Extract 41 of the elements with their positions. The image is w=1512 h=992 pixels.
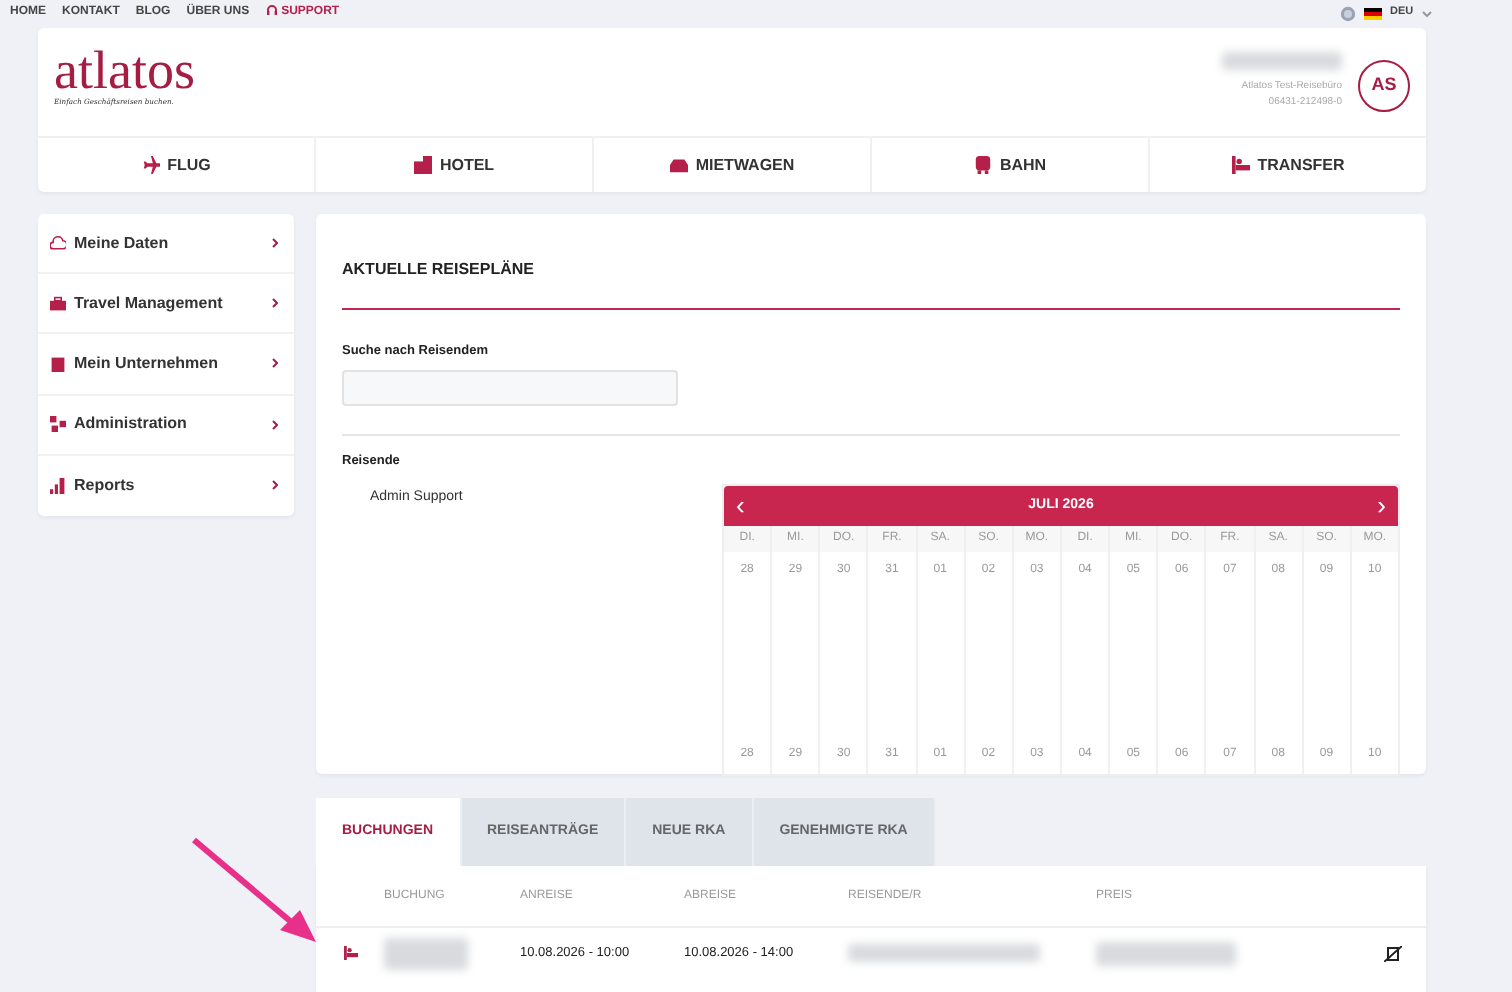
- previous-month-button[interactable]: ‹: [736, 492, 745, 519]
- user-avatar[interactable]: AS: [1358, 60, 1410, 112]
- chevron-icon: [272, 298, 278, 309]
- sidebar-item[interactable]: Administration: [38, 395, 294, 456]
- car-icon: [669, 156, 688, 174]
- germany-flag-icon: [1364, 7, 1382, 19]
- logo-text[interactable]: atlatos: [54, 44, 195, 98]
- building-icon: [413, 156, 432, 174]
- next-month-button[interactable]: ›: [1377, 492, 1386, 519]
- service-tab[interactable]: MIETWAGEN: [594, 138, 872, 192]
- blurred-price: [1096, 941, 1236, 965]
- blurred-booking-id: [384, 937, 468, 969]
- bed-icon: [343, 946, 357, 960]
- sidebar-item[interactable]: Reports: [38, 455, 294, 516]
- sidebar-item[interactable]: Mein Unternehmen: [38, 334, 294, 396]
- traveler-search-field[interactable]: [342, 369, 678, 406]
- globe-icon[interactable]: [1340, 5, 1356, 21]
- building-icon: [50, 355, 66, 372]
- service-tab[interactable]: TRANSFER: [1150, 138, 1426, 192]
- plane-icon: [141, 156, 160, 174]
- section-title: AKTUELLE REISEPLÄNE: [342, 214, 1400, 310]
- network-icon: [50, 416, 66, 433]
- bar-chart-icon: [50, 477, 66, 494]
- service-tab[interactable]: BAHN: [872, 138, 1150, 192]
- train-icon: [973, 156, 992, 174]
- blurred-name: [1222, 52, 1342, 70]
- cloud-icon: [50, 235, 66, 252]
- sidebar-item[interactable]: Meine Daten: [38, 214, 294, 275]
- chevron-icon: [272, 358, 278, 369]
- chevron-icon: [272, 238, 278, 249]
- service-tab[interactable]: HOTEL: [316, 138, 594, 192]
- headset-icon: [265, 4, 278, 17]
- no-document-icon[interactable]: [1384, 945, 1402, 961]
- service-tab[interactable]: FLUG: [38, 138, 316, 192]
- sidebar-item[interactable]: Travel Management: [38, 274, 294, 335]
- bed-icon: [1231, 156, 1250, 174]
- chevron-icon: [272, 480, 278, 491]
- briefcase-icon: [50, 295, 66, 312]
- caret-icon[interactable]: [1421, 9, 1432, 17]
- chevron-icon: [272, 419, 278, 430]
- annotation-arrow: [188, 834, 320, 946]
